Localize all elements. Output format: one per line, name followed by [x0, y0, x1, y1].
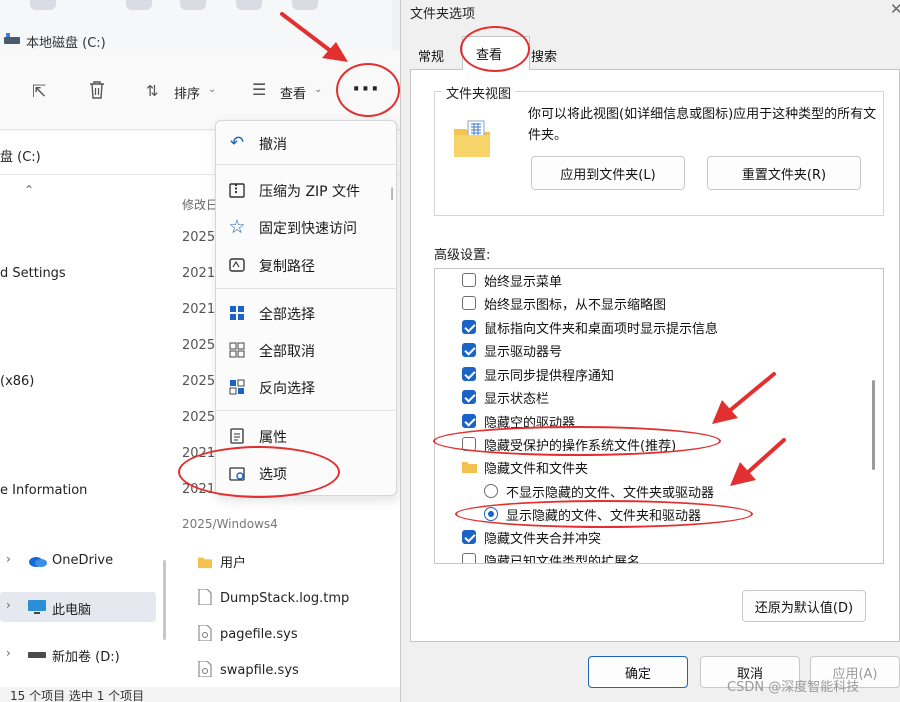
annotation-arrows [280, 12, 786, 486]
watermark-text: CSDN @深度智能科技 [727, 680, 860, 695]
